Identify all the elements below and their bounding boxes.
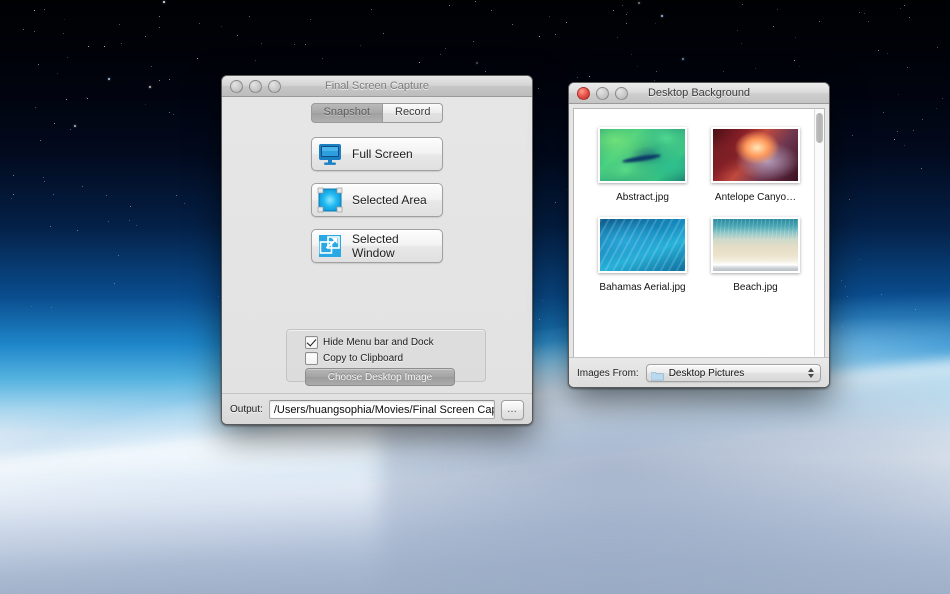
antelope-canyon-thumbnail-art — [713, 129, 798, 181]
wallpaper-grid-pane: Abstract.jpg Antelope Canyo… Bahamas Aer… — [573, 108, 825, 359]
copy-to-clipboard-label: Copy to Clipboard — [323, 353, 404, 364]
images-from-label: Images From: — [577, 367, 639, 379]
selected-window-label: Selected Window — [352, 232, 399, 260]
scrollbar-thumb[interactable] — [816, 113, 823, 143]
zoom-button[interactable] — [268, 79, 281, 93]
full-screen-button[interactable]: Full Screen — [311, 137, 443, 171]
copy-to-clipboard-row[interactable]: Copy to Clipboard — [305, 352, 485, 365]
full-screen-label: Full Screen — [352, 147, 413, 161]
capture-window-body: Snapshot Record Full Screen Selected Are… — [222, 97, 532, 424]
beach-thumbnail-art — [713, 219, 798, 271]
wallpaper-name: Bahamas Aerial.jpg — [599, 282, 686, 293]
wallpaper-thumbnail[interactable] — [711, 127, 800, 183]
close-button[interactable] — [577, 86, 590, 100]
capture-button-list: Full Screen Selected Area Selected Windo… — [222, 123, 532, 263]
selected-area-button[interactable]: Selected Area — [311, 183, 443, 217]
output-path-input[interactable]: /Users/huangsophia/Movies/Final Screen C… — [268, 400, 495, 419]
minimize-button[interactable] — [249, 79, 262, 93]
desktop-wallpaper: Final Screen Capture Snapshot Record Ful… — [0, 0, 950, 594]
tab-strip: Snapshot Record — [222, 97, 532, 123]
close-button[interactable] — [230, 79, 243, 93]
folder-icon — [650, 368, 664, 381]
images-from-select[interactable]: Desktop Pictures — [645, 364, 821, 382]
browse-output-button[interactable]: … — [501, 399, 524, 420]
wallpaper-thumbnail[interactable] — [711, 217, 800, 273]
capture-options-group: Hide Menu bar and Dock Copy to Clipboard… — [286, 329, 486, 386]
hide-menubar-dock-row[interactable]: Hide Menu bar and Dock — [305, 336, 485, 349]
ellipsis-icon: … — [507, 403, 518, 415]
background-window-titlebar[interactable]: Desktop Background — [569, 83, 829, 104]
monitor-icon — [317, 141, 343, 167]
chevron-down-icon — [808, 374, 814, 378]
wallpaper-name: Beach.jpg — [733, 282, 778, 293]
hide-menubar-dock-checkbox[interactable] — [305, 336, 318, 349]
images-from-bar: Images From: Desktop Pictures — [569, 357, 829, 387]
desktop-background-window[interactable]: Desktop Background Abstract.jpg Antelope… — [568, 82, 830, 388]
wallpaper-thumbnail-grid: Abstract.jpg Antelope Canyo… Bahamas Aer… — [574, 109, 824, 293]
hide-menubar-dock-label: Hide Menu bar and Dock — [323, 337, 434, 348]
list-item[interactable]: Bahamas Aerial.jpg — [586, 217, 699, 293]
minimize-button[interactable] — [596, 86, 609, 100]
tab-record[interactable]: Record — [383, 103, 444, 123]
selected-window-button[interactable]: Selected Window — [311, 229, 443, 263]
wallpaper-name: Abstract.jpg — [616, 192, 669, 203]
abstract-thumbnail-art — [600, 129, 685, 181]
wallpaper-thumbnail[interactable] — [598, 127, 687, 183]
images-from-value: Desktop Pictures — [668, 367, 745, 379]
choose-desktop-image-button[interactable]: Choose Desktop Image — [305, 368, 455, 386]
selection-area-icon — [317, 187, 343, 213]
wallpaper-thumbnail[interactable] — [598, 217, 687, 273]
zoom-button[interactable] — [615, 86, 628, 100]
output-label: Output: — [230, 404, 263, 415]
chevron-up-icon — [808, 368, 814, 372]
wallpaper-name: Antelope Canyo… — [714, 192, 797, 203]
list-item[interactable]: Antelope Canyo… — [699, 127, 812, 203]
stepper-arrows-icon[interactable] — [808, 368, 814, 378]
background-traffic-lights — [577, 86, 628, 100]
vertical-scrollbar[interactable] — [814, 109, 824, 356]
list-item[interactable]: Abstract.jpg — [586, 127, 699, 203]
final-screen-capture-window[interactable]: Final Screen Capture Snapshot Record Ful… — [221, 75, 533, 425]
capture-traffic-lights — [230, 79, 281, 93]
capture-window-titlebar[interactable]: Final Screen Capture — [222, 76, 532, 97]
list-item[interactable]: Beach.jpg — [699, 217, 812, 293]
output-bar: Output: /Users/huangsophia/Movies/Final … — [222, 393, 532, 424]
selected-window-icon — [317, 233, 343, 259]
tab-snapshot[interactable]: Snapshot — [310, 103, 383, 123]
bahamas-aerial-thumbnail-art — [600, 219, 685, 271]
copy-to-clipboard-checkbox[interactable] — [305, 352, 318, 365]
tab-group: Snapshot Record — [310, 103, 444, 123]
selected-area-label: Selected Area — [352, 193, 427, 207]
background-window-body: Abstract.jpg Antelope Canyo… Bahamas Aer… — [569, 104, 829, 387]
